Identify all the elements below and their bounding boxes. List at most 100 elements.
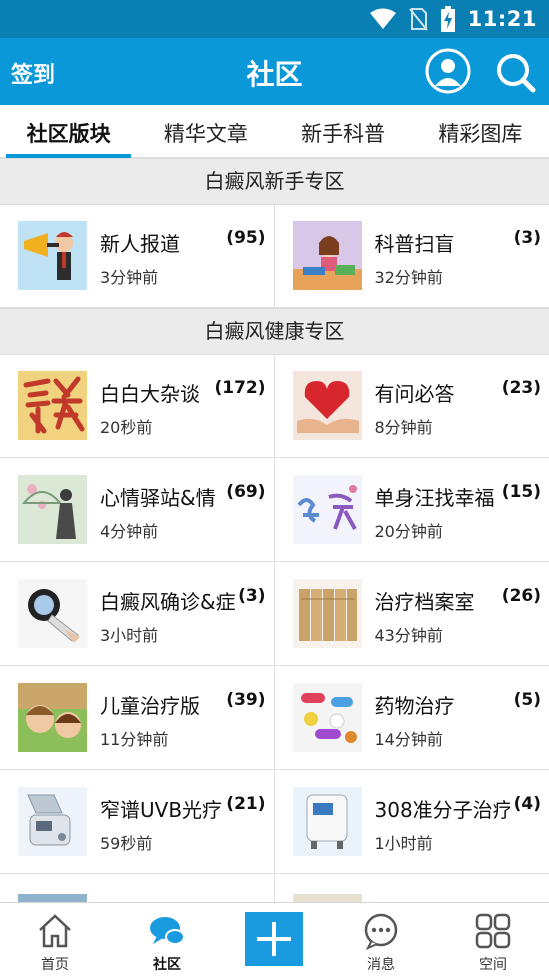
add-post-button[interactable] (245, 912, 303, 966)
tab-community-boards[interactable]: 社区版块 (0, 105, 137, 157)
board-cell[interactable]: 白白大杂谈 (172) 20秒前 (0, 354, 275, 457)
megaphone-man-thumbnail (18, 221, 87, 290)
board-name: 有问必答 (375, 378, 510, 407)
search-icon[interactable] (493, 50, 537, 94)
board-row-partial (0, 874, 549, 902)
nav-messages[interactable]: 消息 (326, 903, 436, 977)
pills-thumbnail (293, 683, 362, 752)
umbrella-woman-thumbnail (18, 475, 87, 544)
last-update-time: 14分钟前 (375, 726, 443, 750)
children-faces-thumbnail (18, 683, 87, 752)
tab-bar: 社区版块 精华文章 新手科普 精彩图库 (0, 105, 549, 158)
board-cell[interactable]: 药物治疗 (5) 14分钟前 (275, 666, 549, 769)
last-update-time: 11分钟前 (100, 726, 168, 750)
board-cell[interactable]: 窄谱UVB光疗 (21) 59秒前 (0, 770, 275, 873)
last-update-time: 3小时前 (100, 622, 158, 646)
board-name: 308准分子治疗 (375, 794, 510, 823)
tab-featured-articles[interactable]: 精华文章 (137, 105, 274, 157)
board-cell[interactable]: 治疗档案室 (26) 43分钟前 (275, 562, 549, 665)
nav-messages-label: 消息 (326, 954, 436, 974)
last-update-time: 32分钟前 (375, 264, 443, 288)
post-count: (3) (238, 586, 265, 606)
board-cell[interactable]: 单身汪找幸福 (15) 20分钟前 (275, 458, 549, 561)
last-update-time: 8分钟前 (375, 414, 433, 438)
board-name: 科普扫盲 (375, 228, 510, 257)
girl-reading-thumbnail (293, 221, 362, 290)
post-count: (3) (514, 228, 541, 248)
post-count: (4) (514, 794, 541, 814)
nav-space-label: 空间 (438, 954, 548, 974)
board-row: 新人报道 (95) 3分钟前 科普扫盲 (3) 32分钟前 (0, 204, 549, 308)
board-name: 新人报道 (100, 228, 235, 257)
board-name: 药物治疗 (375, 690, 510, 719)
grid-icon (475, 912, 511, 950)
board-row: 白白大杂谈 (172) 20秒前 有问必答 (23) 8分钟前 (0, 354, 549, 458)
board-row: 儿童治疗版 (39) 11分钟前 药物治疗 (5) 14分钟前 (0, 666, 549, 770)
section-header-health: 白癜风健康专区 (0, 308, 549, 355)
last-update-time: 1小时前 (375, 830, 433, 854)
uvb-lamp-thumbnail (18, 787, 87, 856)
tab-beginner-science[interactable]: 新手科普 (275, 105, 412, 157)
board-cell[interactable]: 白癜风确诊&症 (3) 3小时前 (0, 562, 275, 665)
post-count: (5) (514, 690, 541, 710)
last-update-time: 3分钟前 (100, 264, 158, 288)
wifi-icon (370, 8, 396, 30)
nav-space[interactable]: 空间 (438, 903, 548, 977)
post-count: (39) (226, 690, 265, 710)
board-name: 单身汪找幸福 (375, 482, 510, 511)
nav-home[interactable]: 首页 (0, 903, 110, 977)
board-cell[interactable]: 心情驿站&情 (69) 4分钟前 (0, 458, 275, 561)
partial-thumbnail (18, 894, 87, 902)
last-update-time: 20分钟前 (375, 518, 443, 542)
plus-icon (245, 912, 303, 966)
home-icon (37, 912, 73, 950)
board-cell-partial[interactable] (0, 874, 275, 902)
board-name: 治疗档案室 (375, 586, 510, 615)
board-name: 窄谱UVB光疗 (100, 794, 235, 823)
post-count: (172) (214, 378, 265, 398)
battery-charging-icon (440, 6, 456, 32)
wood-lamp-thumbnail (18, 579, 87, 648)
excimer-machine-thumbnail (293, 787, 362, 856)
checkin-button[interactable]: 签到 (11, 57, 55, 89)
last-update-time: 43分钟前 (375, 622, 443, 646)
chat-bubbles-icon (149, 912, 185, 950)
board-cell[interactable]: 有问必答 (23) 8分钟前 (275, 354, 549, 457)
last-update-time: 59秒前 (100, 830, 152, 854)
status-bar: 11:21 (0, 0, 549, 38)
board-cell[interactable]: 科普扫盲 (3) 32分钟前 (275, 204, 549, 307)
board-cell[interactable]: 新人报道 (95) 3分钟前 (0, 204, 275, 307)
nav-community[interactable]: 社区 (112, 903, 222, 977)
board-row: 窄谱UVB光疗 (21) 59秒前 308准分子治疗 (4) 1小时前 (0, 770, 549, 874)
board-row: 心情驿站&情 (69) 4分钟前 单身汪找幸福 (15) 20分钟前 (0, 458, 549, 562)
board-name: 心情驿站&情 (100, 482, 235, 511)
no-sim-icon (408, 7, 428, 31)
calligraphy-thumbnail (18, 371, 87, 440)
board-name: 儿童治疗版 (100, 690, 235, 719)
board-name: 白癜风确诊&症 (100, 586, 235, 615)
board-cell-partial[interactable] (275, 874, 549, 902)
post-count: (15) (502, 482, 541, 502)
clock: 11:21 (468, 7, 537, 31)
profile-icon[interactable] (425, 48, 471, 94)
post-count: (69) (226, 482, 265, 502)
post-count: (26) (502, 586, 541, 606)
nav-community-label: 社区 (112, 954, 222, 974)
partial-thumbnail (293, 894, 362, 902)
heart-in-hands-thumbnail (293, 371, 362, 440)
post-count: (95) (226, 228, 265, 248)
last-update-time: 4分钟前 (100, 518, 158, 542)
board-cell[interactable]: 308准分子治疗 (4) 1小时前 (275, 770, 549, 873)
last-update-time: 20秒前 (100, 414, 152, 438)
board-row: 白癜风确诊&症 (3) 3小时前 治疗档案室 (26) 43分钟前 (0, 562, 549, 666)
post-count: (21) (226, 794, 265, 814)
board-cell[interactable]: 儿童治疗版 (39) 11分钟前 (0, 666, 275, 769)
file-folders-thumbnail (293, 579, 362, 648)
nav-home-label: 首页 (0, 954, 110, 974)
post-count: (23) (502, 378, 541, 398)
tab-gallery[interactable]: 精彩图库 (412, 105, 549, 157)
yuanfen-text-thumbnail (293, 475, 362, 544)
section-header-beginner: 白癜风新手专区 (0, 158, 549, 205)
message-icon (363, 912, 399, 950)
app-header: 签到 社区 (0, 38, 549, 105)
